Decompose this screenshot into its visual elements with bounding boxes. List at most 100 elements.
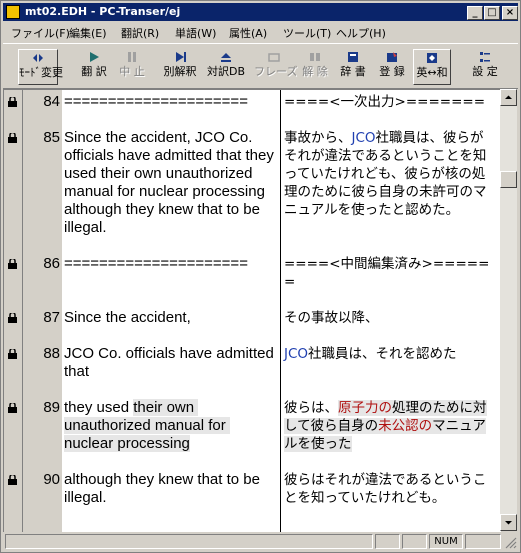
source-text[interactable]: although they knew that to be illegal. xyxy=(64,471,274,507)
target-segment: 事故から、 xyxy=(284,130,352,146)
line-number: 89 xyxy=(43,399,60,416)
release-label: 解 除 xyxy=(302,65,328,78)
settings-icon xyxy=(480,52,490,62)
parallel-db-button[interactable]: 対訳DB xyxy=(206,49,246,85)
arrow-up-icon xyxy=(505,95,512,99)
status-pane xyxy=(465,534,501,549)
maximize-button[interactable]: □ xyxy=(484,6,500,20)
lock-icon xyxy=(8,349,17,359)
source-text[interactable]: they used their own unauthorized manual … xyxy=(64,399,274,453)
mode-change-icon xyxy=(33,54,43,62)
direction-button[interactable]: 英↔和 xyxy=(413,49,451,85)
status-bar: NUM xyxy=(3,532,518,551)
toolbar: ﾓｰﾄﾞ変更 翻 訳 中 止 別解釈 対訳DB フレーズ 解 除 辞 書 登 録… xyxy=(3,43,518,89)
parallel-db-label: 対訳DB xyxy=(206,65,246,78)
vertical-scrollbar[interactable] xyxy=(500,89,517,531)
dictionary-icon xyxy=(348,52,358,62)
register-icon xyxy=(387,52,397,62)
lock-column xyxy=(4,90,23,532)
pause-icon xyxy=(128,52,136,62)
target-text[interactable]: 彼らは、原子力の処理のために対して彼ら自身の未公認のマニュアルを使った xyxy=(284,399,496,453)
status-message xyxy=(5,534,373,549)
target-text[interactable]: 事故から、JCO社職員は、彼らがそれが違法であるということを知っていたけれども、… xyxy=(284,129,496,219)
lock-icon xyxy=(8,313,17,323)
target-text[interactable]: ====<一次出力>======= xyxy=(284,93,496,111)
phrase-button[interactable]: フレーズ xyxy=(254,49,298,85)
lock-icon xyxy=(8,133,17,143)
phrase-label: フレーズ xyxy=(254,65,298,78)
app-window: mt02.EDH - PC-Transer/ej _ □ × ファイル(F) 編… xyxy=(0,0,521,553)
resize-grip-icon[interactable] xyxy=(504,536,517,549)
menu-edit[interactable]: 編集(E) xyxy=(69,25,107,41)
target-segment: 彼らはそれが違法であるということを知っていたけれども。 xyxy=(284,472,487,506)
lock-icon xyxy=(8,403,17,413)
alt-interpretation-label: 別解釈 xyxy=(163,65,197,78)
menu-word[interactable]: 単語(W) xyxy=(175,25,216,41)
target-segment: ====<中間編集済み>====== xyxy=(284,256,490,290)
direction-label: 英↔和 xyxy=(416,66,448,79)
target-segment: JCO xyxy=(284,346,309,362)
translate-button[interactable]: 翻 訳 xyxy=(76,49,112,85)
status-pane xyxy=(375,534,400,549)
target-segment: 彼らは、 xyxy=(284,400,338,416)
target-segment: その事故以降、 xyxy=(284,310,379,326)
play-icon xyxy=(90,52,99,62)
dictionary-button[interactable]: 辞 書 xyxy=(335,49,371,85)
menu-translate[interactable]: 翻訳(R) xyxy=(121,25,159,41)
scroll-thumb[interactable] xyxy=(500,171,517,188)
target-segment-highlighted: 未公認の xyxy=(378,418,433,434)
settings-button[interactable]: 設 定 xyxy=(467,49,503,85)
menu-attribute[interactable]: 属性(A) xyxy=(229,25,267,41)
target-text[interactable]: その事故以降、 xyxy=(284,309,496,327)
menu-file[interactable]: ファイル(F) xyxy=(11,25,70,41)
alt-interpretation-icon xyxy=(176,52,186,62)
menu-bar: ファイル(F) 編集(E) 翻訳(R) 単語(W) 属性(A) ツール(T) ヘ… xyxy=(3,22,518,41)
close-button[interactable]: × xyxy=(502,6,518,20)
target-segment: JCO xyxy=(351,130,376,146)
stop-label: 中 止 xyxy=(119,65,145,78)
source-text[interactable]: JCO Co. officials have admitted that xyxy=(64,345,274,381)
target-text[interactable]: ====<中間編集済み>====== xyxy=(284,255,496,291)
app-icon[interactable] xyxy=(6,5,20,19)
lock-icon xyxy=(8,97,17,107)
alt-interpretation-button[interactable]: 別解釈 xyxy=(160,49,200,85)
minimize-button[interactable]: _ xyxy=(467,6,483,20)
stop-button[interactable]: 中 止 xyxy=(114,49,150,85)
translation-pane[interactable]: 84 ===================== ====<一次出力>=====… xyxy=(3,89,501,532)
source-text[interactable]: Since the accident, JCO Co. officials ha… xyxy=(64,129,274,237)
menu-tools[interactable]: ツール(T) xyxy=(283,25,331,41)
line-number: 84 xyxy=(43,93,60,110)
line-number: 85 xyxy=(43,129,60,146)
mode-change-button[interactable]: ﾓｰﾄﾞ変更 xyxy=(18,49,63,85)
translate-label: 翻 訳 xyxy=(81,65,107,78)
line-number: 87 xyxy=(43,309,60,326)
direction-icon xyxy=(427,53,437,63)
target-segment: 社職員は、それを認めた xyxy=(308,346,457,362)
target-segment-highlighted: 原子力の xyxy=(338,400,392,416)
dictionary-label: 辞 書 xyxy=(340,65,366,78)
target-text[interactable]: JCO社職員は、それを認めた xyxy=(284,345,496,363)
lock-icon xyxy=(8,259,17,269)
source-text[interactable]: ===================== xyxy=(64,255,274,273)
mode-change-label: ﾓｰﾄﾞ変更 xyxy=(19,66,63,79)
line-number: 88 xyxy=(43,345,60,362)
register-button[interactable]: 登 録 xyxy=(374,49,410,85)
target-segment: ====<一次出力>======= xyxy=(284,94,486,110)
release-icon xyxy=(310,53,320,61)
status-pane xyxy=(402,534,427,549)
release-button[interactable]: 解 除 xyxy=(297,49,333,85)
line-number: 86 xyxy=(43,255,60,272)
window-title: mt02.EDH - PC-Transer/ej xyxy=(25,5,181,18)
line-number: 90 xyxy=(43,471,60,488)
source-segment: they used xyxy=(64,399,134,416)
register-label: 登 録 xyxy=(379,65,405,78)
scroll-up-button[interactable] xyxy=(500,89,517,106)
scroll-down-button[interactable] xyxy=(500,514,517,531)
eject-db-icon xyxy=(221,53,231,62)
column-divider[interactable] xyxy=(280,90,281,532)
menu-help[interactable]: ヘルプ(H) xyxy=(336,25,386,41)
target-text[interactable]: 彼らはそれが違法であるということを知っていたけれども。 xyxy=(284,471,496,507)
source-text[interactable]: Since the accident, xyxy=(64,309,274,327)
title-bar[interactable]: mt02.EDH - PC-Transer/ej _ □ × xyxy=(3,3,518,21)
source-text[interactable]: ===================== xyxy=(64,93,274,111)
